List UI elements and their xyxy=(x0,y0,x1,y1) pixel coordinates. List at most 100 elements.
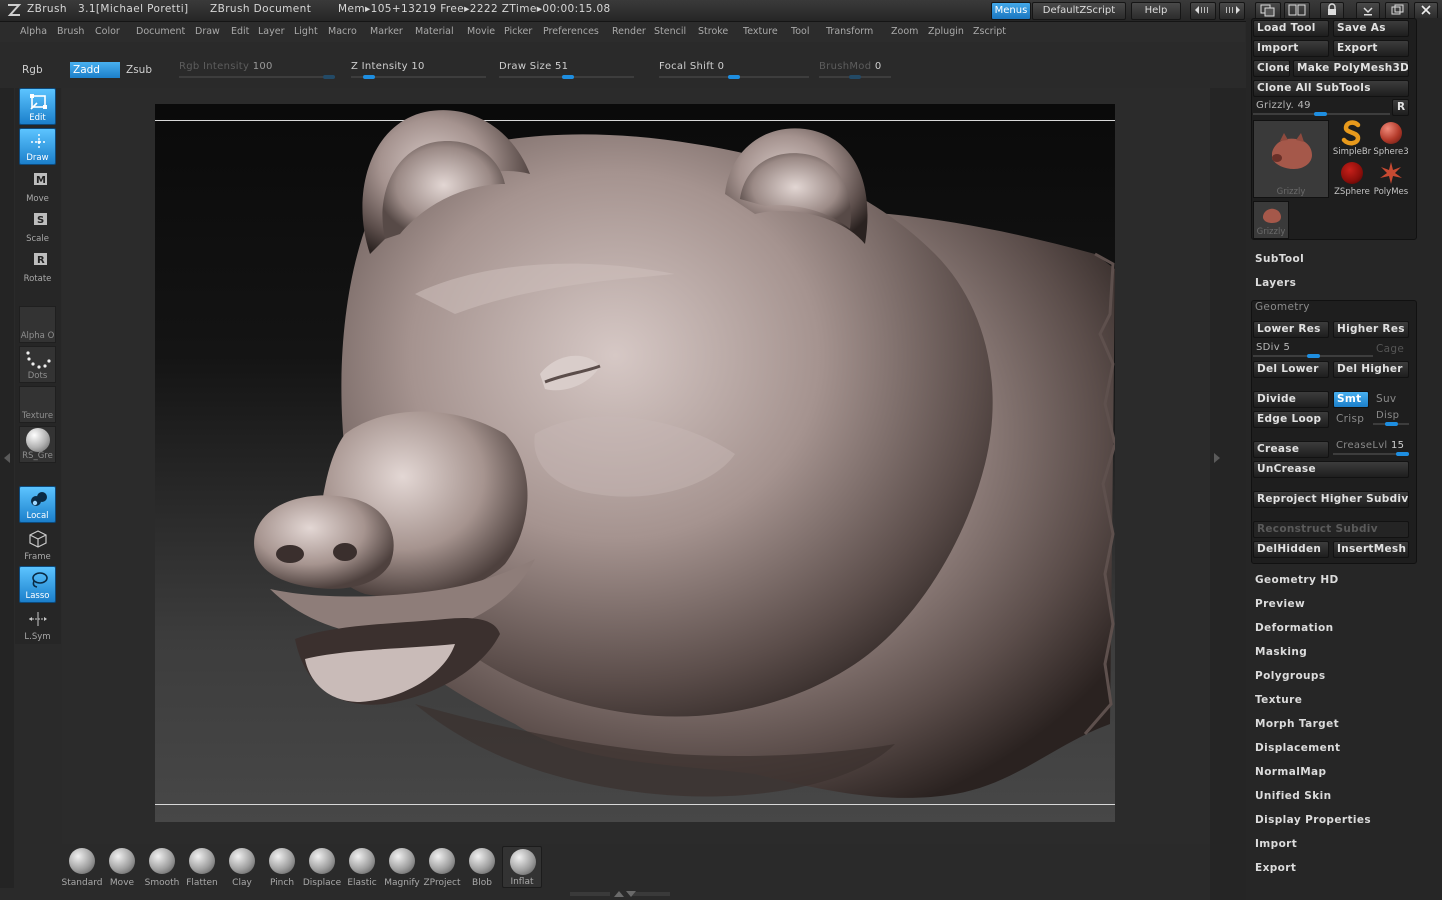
creaselvl-slider[interactable]: CreaseLvl 15 xyxy=(1333,439,1409,456)
reproject-higher-subdiv-button[interactable]: Reproject Higher Subdiv xyxy=(1253,491,1409,508)
slider-knob[interactable] xyxy=(1385,422,1398,426)
draw-mode-button[interactable]: Draw xyxy=(19,128,56,165)
clone-all-subtools-button[interactable]: Clone All SubTools xyxy=(1253,80,1409,97)
tool-thumb-zsphere[interactable]: ZSphere xyxy=(1334,160,1370,200)
tool-thumb-simplebrush[interactable]: SimpleBr xyxy=(1333,120,1371,160)
rotate-mode-button[interactable]: R Rotate xyxy=(19,248,56,285)
menu-item-render[interactable]: Render xyxy=(612,26,646,37)
brush-clay[interactable]: Clay xyxy=(222,846,262,888)
menu-item-light[interactable]: Light xyxy=(294,26,318,37)
grizzly-bear-sculpt[interactable] xyxy=(155,104,1115,822)
brush-pinch[interactable]: Pinch xyxy=(262,846,302,888)
frame-button[interactable]: Frame xyxy=(19,526,56,563)
cage-button[interactable]: Cage xyxy=(1376,343,1404,355)
default-zscript-button[interactable]: DefaultZScript xyxy=(1032,2,1126,20)
slider-knob[interactable] xyxy=(1314,112,1328,116)
tool-thumb-polymesh[interactable]: PolyMes xyxy=(1373,160,1409,200)
alpha-selector[interactable]: Alpha O xyxy=(19,306,56,343)
slider-knob[interactable] xyxy=(849,75,861,79)
brushmod-slider[interactable]: BrushMod 0 xyxy=(819,60,891,79)
tool-thumb-grizzly-small[interactable]: Grizzly xyxy=(1253,201,1289,239)
brush-blob[interactable]: Blob xyxy=(462,846,502,888)
menu-item-material[interactable]: Material xyxy=(415,26,454,37)
edge-loop-button[interactable]: Edge Loop xyxy=(1253,411,1329,428)
section-export[interactable]: Export xyxy=(1255,862,1296,874)
insertmesh-button[interactable]: InsertMesh xyxy=(1333,541,1409,558)
smt-toggle[interactable]: Smt xyxy=(1333,391,1369,408)
sdiv-slider[interactable]: SDiv 5 xyxy=(1253,341,1373,358)
draw-size-slider[interactable]: Draw Size 51 xyxy=(499,60,634,79)
section-deformation[interactable]: Deformation xyxy=(1255,622,1334,634)
section-texture[interactable]: Texture xyxy=(1255,694,1302,706)
tool-export-button[interactable]: Export xyxy=(1333,40,1409,57)
load-tool-button[interactable]: Load Tool xyxy=(1253,20,1329,37)
subtool-section[interactable]: SubTool xyxy=(1255,253,1304,265)
crease-button[interactable]: Crease xyxy=(1253,441,1329,458)
section-geometry-hd[interactable]: Geometry HD xyxy=(1255,574,1339,586)
stroke-selector[interactable]: Dots xyxy=(19,346,56,383)
menu-item-color[interactable]: Color xyxy=(95,26,120,37)
viewport-canvas[interactable] xyxy=(155,104,1115,822)
lower-res-button[interactable]: Lower Res xyxy=(1253,321,1329,338)
make-polymesh3d-button[interactable]: Make PolyMesh3D xyxy=(1293,60,1409,77)
tool-thumb-grizzly-main[interactable]: Grizzly xyxy=(1253,120,1329,198)
lsym-button[interactable]: L.Sym xyxy=(19,606,56,643)
r-button[interactable]: R xyxy=(1392,99,1409,116)
section-display-properties[interactable]: Display Properties xyxy=(1255,814,1371,826)
texture-selector[interactable]: Texture xyxy=(19,386,56,423)
menu-item-zscript[interactable]: Zscript xyxy=(973,26,1006,37)
slider-knob[interactable] xyxy=(1396,452,1409,456)
scroll-left-icon[interactable] xyxy=(1190,2,1216,20)
slider-knob[interactable] xyxy=(728,75,740,79)
menu-item-zoom[interactable]: Zoom xyxy=(891,26,918,37)
menu-item-brush[interactable]: Brush xyxy=(57,26,84,37)
menu-item-layer[interactable]: Layer xyxy=(258,26,285,37)
reconstruct-subdiv-button[interactable]: Reconstruct Subdiv xyxy=(1253,521,1409,538)
section-displacement[interactable]: Displacement xyxy=(1255,742,1340,754)
geometry-section-title[interactable]: Geometry xyxy=(1255,301,1310,313)
clone-button[interactable]: Clone xyxy=(1253,60,1290,77)
divide-button[interactable]: Divide xyxy=(1253,391,1329,408)
menu-item-stencil[interactable]: Stencil xyxy=(654,26,686,37)
menu-item-picker[interactable]: Picker xyxy=(504,26,532,37)
z-intensity-slider[interactable]: Z Intensity 10 xyxy=(351,60,486,79)
section-preview[interactable]: Preview xyxy=(1255,598,1305,610)
layers-section[interactable]: Layers xyxy=(1255,277,1296,289)
brush-magnify[interactable]: Magnify xyxy=(382,846,422,888)
section-import[interactable]: Import xyxy=(1255,838,1297,850)
rgb-toggle[interactable]: Rgb xyxy=(19,62,49,78)
menu-item-movie[interactable]: Movie xyxy=(467,26,495,37)
section-polygroups[interactable]: Polygroups xyxy=(1255,670,1326,682)
brush-flatten[interactable]: Flatten xyxy=(182,846,222,888)
menu-item-draw[interactable]: Draw xyxy=(195,26,220,37)
slider-knob[interactable] xyxy=(1307,354,1320,358)
menu-item-zplugin[interactable]: Zplugin xyxy=(928,26,964,37)
brush-elastic[interactable]: Elastic xyxy=(342,846,382,888)
menu-item-texture[interactable]: Texture xyxy=(743,26,778,37)
scroll-right-icon[interactable] xyxy=(1219,2,1245,20)
menu-item-alpha[interactable]: Alpha xyxy=(20,26,47,37)
menu-item-stroke[interactable]: Stroke xyxy=(698,26,728,37)
save-as-button[interactable]: Save As xyxy=(1333,20,1409,37)
menus-button[interactable]: Menus xyxy=(991,2,1031,20)
tool-thumb-sphere3d[interactable]: Sphere3 xyxy=(1373,120,1409,160)
menu-item-marker[interactable]: Marker xyxy=(370,26,403,37)
delhidden-button[interactable]: DelHidden xyxy=(1253,541,1329,558)
brush-displace[interactable]: Displace xyxy=(302,846,342,888)
brush-smooth[interactable]: Smooth xyxy=(142,846,182,888)
section-masking[interactable]: Masking xyxy=(1255,646,1307,658)
menu-item-edit[interactable]: Edit xyxy=(231,26,249,37)
rgb-intensity-slider[interactable]: Rgb Intensity 100 xyxy=(179,60,335,79)
menu-item-tool[interactable]: Tool xyxy=(791,26,809,37)
expand-left-tray-icon[interactable] xyxy=(3,452,11,464)
disp-slider[interactable]: Disp xyxy=(1373,409,1409,426)
brush-move[interactable]: Move xyxy=(102,846,142,888)
right-tray-edge[interactable] xyxy=(1210,88,1246,900)
bottom-tray-handle-icon[interactable] xyxy=(570,890,670,898)
help-button[interactable]: Help xyxy=(1131,2,1181,20)
brush-inflat[interactable]: Inflat xyxy=(502,846,542,888)
section-morph-target[interactable]: Morph Target xyxy=(1255,718,1339,730)
section-unified-skin[interactable]: Unified Skin xyxy=(1255,790,1331,802)
del-higher-button[interactable]: Del Higher xyxy=(1333,361,1409,378)
crisp-toggle[interactable]: Crisp xyxy=(1336,413,1364,425)
